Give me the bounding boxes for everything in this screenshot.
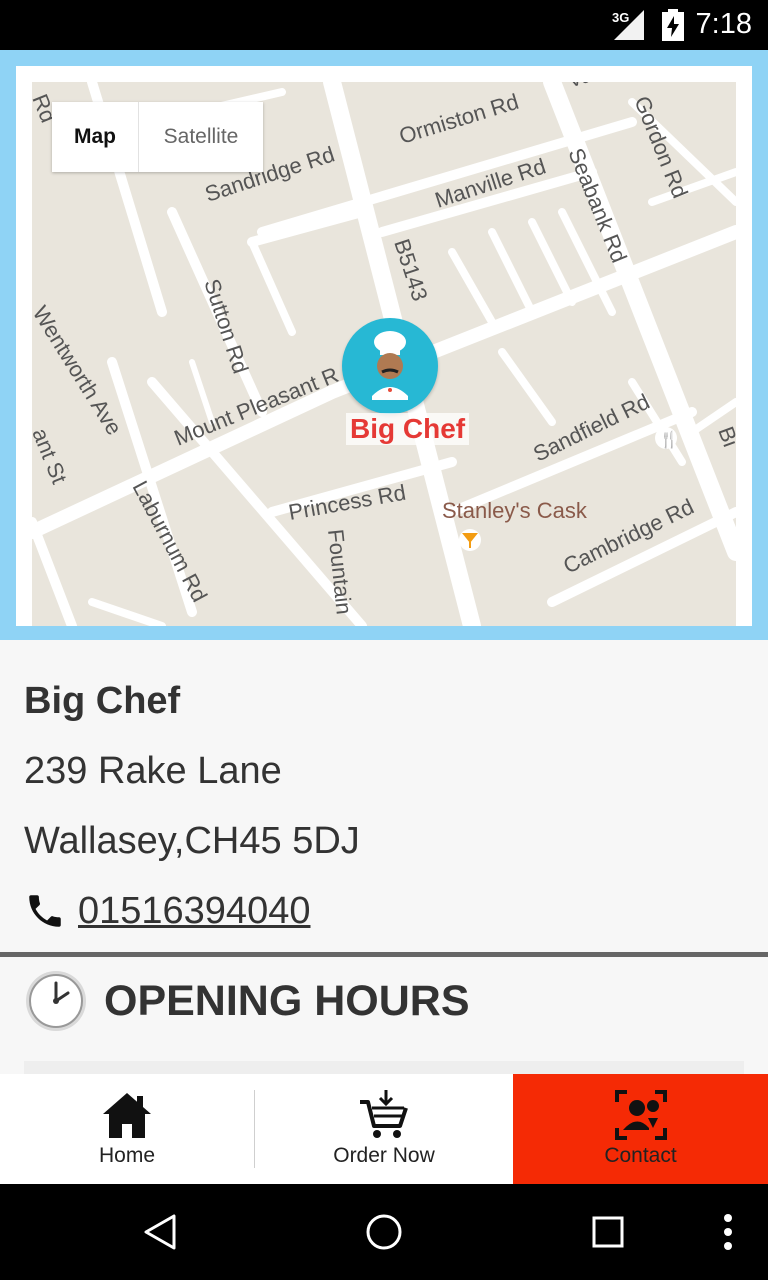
clock-time: 7:18 (695, 8, 752, 40)
home-icon (103, 1093, 151, 1138)
street-label-laburnum: Laburnum Rd (128, 477, 213, 606)
marker-label: Big Chef (346, 413, 470, 445)
poi-stanleys-cask: Stanley's Cask (442, 498, 588, 523)
overflow-menu-button[interactable] (708, 1184, 748, 1280)
restaurant-name: Big Chef (24, 680, 181, 722)
back-icon (144, 1214, 176, 1250)
system-nav-bar (0, 1184, 768, 1280)
home-system-button[interactable] (344, 1184, 424, 1280)
opening-hours-section: OPENING HOURS (0, 957, 768, 1075)
clock-icon (26, 971, 86, 1031)
nav-contact-button[interactable]: Contact (513, 1074, 768, 1184)
nav-order-now-label: Order Now (333, 1144, 435, 1167)
nav-separator (254, 1090, 255, 1168)
status-bar: 3G 7:18 (0, 0, 768, 50)
recents-icon (592, 1216, 624, 1248)
phone-icon (29, 895, 61, 927)
address-line-1: 239 Rake Lane (24, 750, 282, 792)
opening-hours-panel (24, 1061, 744, 1075)
home-circle-icon (366, 1214, 402, 1250)
contact-icon (614, 1090, 667, 1140)
nav-order-now-button[interactable]: Order Now (256, 1074, 512, 1184)
street-label-seabank: Seabank Rd (563, 145, 632, 267)
map-type-satellite-button[interactable]: Satellite (139, 102, 263, 172)
map-view[interactable]: Ormiston Rd Sandridge Rd Manville Rd Sea… (32, 82, 736, 626)
battery-icon (662, 9, 684, 41)
nav-home-label: Home (98, 1144, 156, 1167)
recents-button[interactable] (568, 1184, 648, 1280)
bottom-nav: Home Order Now Contact (0, 1074, 768, 1184)
map-container: Ormiston Rd Sandridge Rd Manville Rd Sea… (16, 66, 752, 626)
bar-poi-icon (459, 529, 481, 551)
street-label-vau: Vau (564, 82, 607, 93)
nav-contact-label: Contact (604, 1144, 677, 1167)
restaurant-poi-icon: 🍴 (655, 427, 679, 449)
cart-icon (360, 1090, 408, 1138)
more-vert-icon (724, 1214, 732, 1250)
street-label-sutton: Sutton Rd (199, 276, 253, 377)
map-type-map-button[interactable]: Map (52, 102, 139, 172)
phone-link[interactable]: 01516394040 (78, 890, 310, 933)
street-label-fountain: Fountain (323, 528, 357, 616)
back-button[interactable] (120, 1184, 200, 1280)
address-line-2: Wallasey,CH45 5DJ (24, 820, 360, 862)
opening-hours-title: OPENING HOURS (104, 977, 470, 1025)
map-type-toggle: Map Satellite (52, 102, 263, 172)
svg-text:🍴: 🍴 (659, 430, 679, 449)
map-frame: Ormiston Rd Sandridge Rd Manville Rd Sea… (0, 50, 768, 640)
chef-marker-icon[interactable] (342, 318, 438, 414)
street-label-ormiston: Ormiston Rd (396, 89, 521, 149)
street-label-ant-st: ant St (32, 425, 72, 488)
restaurant-info: Big Chef 239 Rake Lane Wallasey,CH45 5DJ… (0, 640, 768, 952)
signal-icon (614, 10, 644, 40)
street-label-bi: Bi (713, 423, 736, 450)
nav-home-button[interactable]: Home (0, 1074, 254, 1184)
